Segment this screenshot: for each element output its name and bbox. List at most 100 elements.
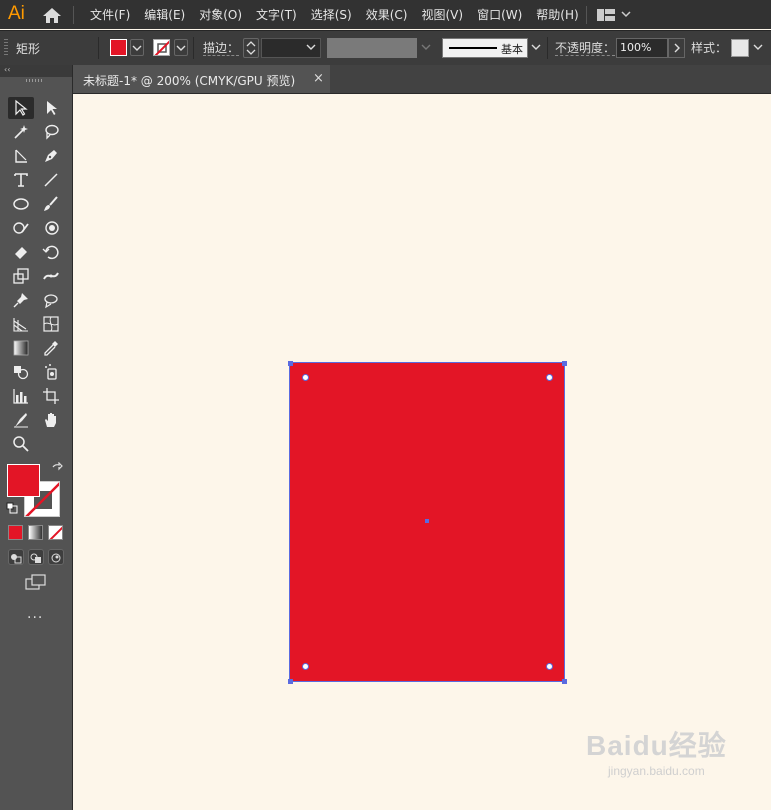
fill-color-box[interactable] — [7, 464, 40, 497]
selection-tool[interactable] — [8, 97, 34, 119]
hand-tool[interactable] — [38, 409, 64, 431]
variable-width-dropdown[interactable] — [420, 40, 434, 57]
corner-radius-widget[interactable] — [302, 374, 309, 381]
edit-toolbar-button[interactable]: ... — [27, 606, 43, 622]
line-segment-tool[interactable] — [38, 169, 64, 191]
stroke-color-swatch[interactable] — [153, 39, 170, 56]
symbol-sprayer-tool[interactable] — [38, 361, 64, 383]
draw-behind-icon — [30, 553, 41, 563]
menu-window[interactable]: 窗口(W) — [470, 6, 529, 23]
type-tool[interactable] — [8, 169, 34, 191]
eraser-tool[interactable] — [8, 241, 34, 263]
screen-mode-icon[interactable] — [25, 574, 47, 592]
menu-type[interactable]: 文字(T) — [249, 6, 304, 23]
perspective-grid-tool[interactable] — [8, 313, 34, 335]
app-logo: Ai — [8, 3, 25, 24]
magic-wand-icon — [14, 125, 28, 139]
gradient-icon — [13, 340, 29, 356]
chevron-down-icon — [306, 44, 316, 50]
stroke-label[interactable]: 描边： — [203, 41, 240, 56]
draw-normal-button[interactable] — [8, 549, 24, 565]
paintbrush-tool[interactable] — [38, 193, 64, 215]
panel-grip[interactable] — [26, 79, 44, 82]
pen-tool[interactable] — [38, 145, 64, 167]
eraser-icon — [15, 247, 27, 259]
paintbrush-icon — [44, 196, 58, 211]
menu-effect[interactable]: 效果(C) — [359, 6, 415, 23]
default-colors-icon[interactable] — [6, 502, 18, 514]
artboard-icon — [43, 388, 59, 404]
style-label: 样式： — [691, 41, 728, 55]
corner-radius-widget[interactable] — [546, 663, 553, 670]
menu-help[interactable]: 帮助(H) — [529, 6, 585, 23]
document-tab-title: 未标题-1* @ 200% (CMYK/GPU 预览) — [83, 74, 296, 88]
panel-grip[interactable] — [4, 39, 8, 57]
column-graph-tool[interactable] — [8, 385, 34, 407]
variable-width-profile[interactable] — [327, 38, 417, 58]
watermark: Baidu经验 jingyan.baidu.com — [586, 724, 727, 778]
stroke-weight-dropdown[interactable] — [305, 40, 319, 57]
center-point[interactable] — [425, 519, 429, 523]
gradient-mode-button[interactable] — [28, 525, 43, 540]
document-tab[interactable]: 未标题-1* @ 200% (CMYK/GPU 预览) × — [73, 65, 330, 93]
stroke-weight-spinner[interactable] — [243, 38, 259, 58]
opacity-expand[interactable] — [668, 38, 685, 58]
workspace-layout-icon[interactable] — [597, 9, 615, 21]
resize-handle-top-left[interactable] — [288, 361, 293, 366]
mesh-tool[interactable] — [38, 313, 64, 335]
style-dropdown[interactable] — [752, 40, 766, 57]
zoom-tool[interactable] — [8, 433, 34, 455]
slice-tool[interactable] — [8, 409, 34, 431]
resize-handle-top-right[interactable] — [562, 361, 567, 366]
current-tool-name: 矩形 — [16, 42, 41, 56]
gradient-tool[interactable] — [8, 337, 34, 359]
stroke-dropdown[interactable] — [174, 39, 188, 56]
draw-behind-button[interactable] — [28, 549, 44, 565]
menu-select[interactable]: 选择(S) — [304, 6, 359, 23]
brush-dropdown[interactable] — [530, 40, 544, 57]
ellipse-tool[interactable] — [8, 193, 34, 215]
magic-wand-tool[interactable] — [8, 121, 34, 143]
brush-definition[interactable]: 基本 — [442, 38, 528, 58]
rotate-tool[interactable] — [38, 241, 64, 263]
scale-tool[interactable] — [8, 265, 34, 287]
menu-view[interactable]: 视图(V) — [414, 6, 470, 23]
chevron-down-icon[interactable] — [621, 9, 631, 19]
collapse-icon[interactable]: ‹‹ — [4, 65, 10, 74]
fill-dropdown[interactable] — [130, 39, 144, 56]
width-icon — [43, 272, 59, 280]
fill-color-swatch[interactable] — [110, 39, 127, 56]
corner-radius-widget[interactable] — [546, 374, 553, 381]
resize-handle-bottom-right[interactable] — [562, 679, 567, 684]
free-transform-tool[interactable] — [38, 289, 64, 311]
menu-edit[interactable]: 编辑(E) — [137, 6, 192, 23]
menu-file[interactable]: 文件(F) — [83, 6, 137, 23]
resize-handle-bottom-left[interactable] — [288, 679, 293, 684]
artboard-tool[interactable] — [38, 385, 64, 407]
width-tool[interactable] — [38, 265, 64, 287]
draw-inside-button[interactable] — [48, 549, 64, 565]
blob-brush-tool[interactable] — [38, 217, 64, 239]
opacity-label[interactable]: 不透明度： — [555, 41, 616, 56]
divider — [98, 37, 99, 59]
none-mode-button[interactable] — [48, 525, 63, 540]
corner-radius-widget[interactable] — [302, 663, 309, 670]
ellipse-icon — [13, 198, 29, 210]
eyedropper-tool[interactable] — [38, 337, 64, 359]
menu-object[interactable]: 对象(O) — [192, 6, 249, 23]
shape-builder-tool[interactable] — [8, 361, 34, 383]
direct-selection-tool[interactable] — [38, 97, 64, 119]
home-icon[interactable] — [42, 7, 62, 24]
close-icon[interactable]: × — [313, 71, 324, 86]
shaper-tool[interactable] — [8, 217, 34, 239]
tools-panel-header: ‹‹ — [0, 65, 72, 77]
lasso-tool[interactable] — [38, 121, 64, 143]
magnifier-icon — [13, 436, 29, 452]
opacity-input[interactable]: 100% — [616, 38, 668, 58]
puppet-warp-tool[interactable] — [8, 289, 34, 311]
selection-arrow-icon — [15, 99, 28, 116]
direct-select-path-tool[interactable] — [8, 145, 34, 167]
swap-colors-icon[interactable] — [50, 462, 64, 476]
color-mode-button[interactable] — [8, 525, 23, 540]
graphic-style-swatch[interactable] — [731, 39, 749, 57]
